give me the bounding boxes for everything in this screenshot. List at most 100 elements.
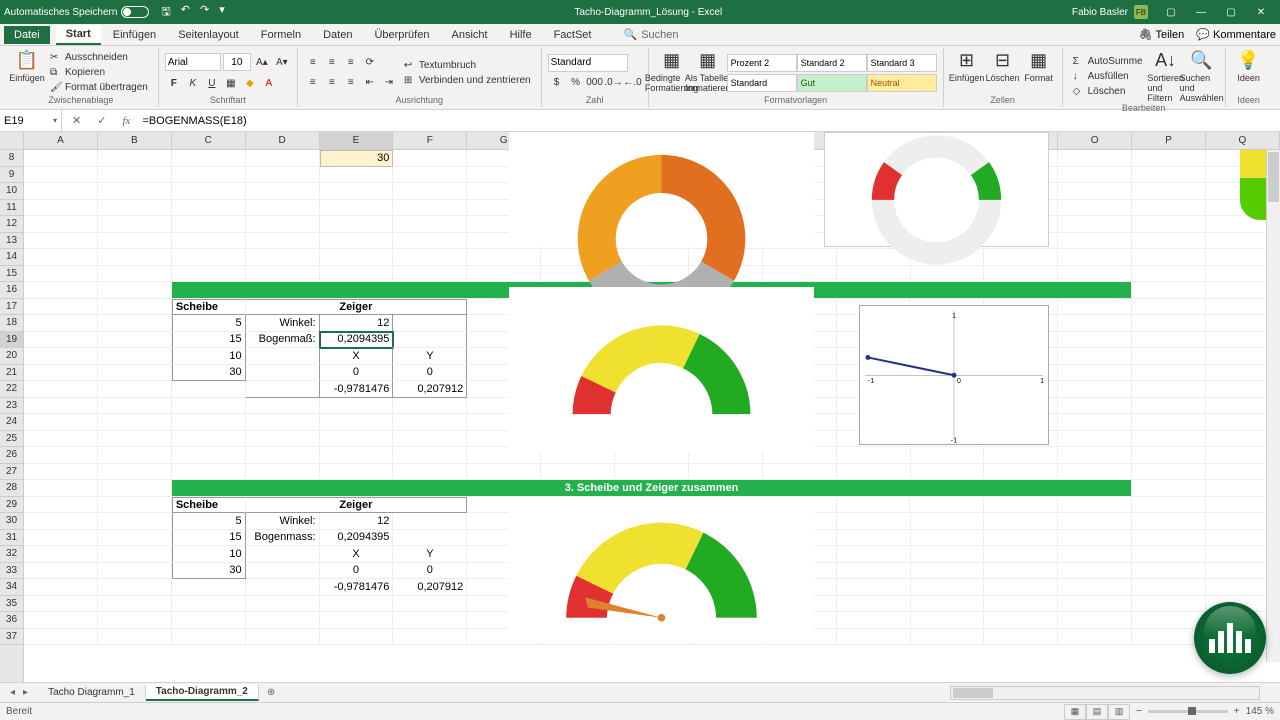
cell-G27[interactable]: [467, 464, 541, 481]
save-icon[interactable]: 🖫: [161, 3, 170, 22]
row-header-9[interactable]: 9: [0, 167, 23, 184]
cell-F10[interactable]: [393, 183, 467, 200]
cell-B25[interactable]: [98, 431, 172, 448]
column-header-D[interactable]: D: [246, 132, 320, 149]
vertical-scrollbar[interactable]: [1266, 150, 1280, 662]
cell-B21[interactable]: [98, 365, 172, 382]
cell-E13[interactable]: [320, 233, 394, 250]
enter-formula-icon[interactable]: ✓: [93, 114, 110, 127]
cell-A30[interactable]: [24, 513, 98, 530]
tab-help[interactable]: Hilfe: [500, 26, 542, 44]
cell-C10[interactable]: [172, 183, 246, 200]
cell-E23[interactable]: [320, 398, 394, 415]
cell-O24[interactable]: [1058, 414, 1132, 431]
cell-H27[interactable]: [541, 464, 615, 481]
cell-E37[interactable]: [320, 629, 394, 646]
cell-F36[interactable]: [393, 612, 467, 629]
cell-E22[interactable]: -0,9781476: [320, 381, 394, 398]
bold-button[interactable]: F: [165, 74, 183, 92]
cell-C12[interactable]: [172, 216, 246, 233]
format-cells-button[interactable]: ▦Format: [1022, 50, 1056, 95]
row-header-30[interactable]: 30: [0, 513, 23, 530]
cell-N32[interactable]: [984, 546, 1058, 563]
cell-O29[interactable]: [1058, 497, 1132, 514]
cell-A35[interactable]: [24, 596, 98, 613]
cell-P31[interactable]: [1132, 530, 1206, 547]
cell-M34[interactable]: [911, 579, 985, 596]
tab-factset[interactable]: FactSet: [544, 26, 602, 44]
cell-L33[interactable]: [837, 563, 911, 580]
cell-M36[interactable]: [911, 612, 985, 629]
cell-A27[interactable]: [24, 464, 98, 481]
style-neutral[interactable]: Neutral: [867, 74, 937, 92]
cell-F22[interactable]: 0,207912: [393, 381, 467, 398]
font-size-select[interactable]: 10: [223, 53, 251, 71]
cell-I27[interactable]: [615, 464, 689, 481]
column-header-F[interactable]: F: [393, 132, 467, 149]
cell-F27[interactable]: [393, 464, 467, 481]
cell-D37[interactable]: [246, 629, 320, 646]
cell-C13[interactable]: [172, 233, 246, 250]
paste-button[interactable]: 📋Einfügen: [10, 50, 44, 95]
zoom-slider[interactable]: [1148, 710, 1228, 713]
cell-P33[interactable]: [1132, 563, 1206, 580]
cell-C14[interactable]: [172, 249, 246, 266]
cell-O35[interactable]: [1058, 596, 1132, 613]
cell-D10[interactable]: [246, 183, 320, 200]
sort-filter-button[interactable]: A↓Sortieren und Filtern: [1149, 50, 1183, 103]
tab-view[interactable]: Ansicht: [441, 26, 497, 44]
align-bottom-icon[interactable]: ≡: [342, 54, 360, 72]
comma-icon[interactable]: 000: [586, 74, 604, 92]
cell-E10[interactable]: [320, 183, 394, 200]
cell-M32[interactable]: [911, 546, 985, 563]
cell-E30[interactable]: 12: [320, 513, 394, 530]
cell-M31[interactable]: [911, 530, 985, 547]
cell-F13[interactable]: [393, 233, 467, 250]
cell-D32[interactable]: [246, 546, 320, 563]
cell-O20[interactable]: [1058, 348, 1132, 365]
user-account[interactable]: Fabio Basler FB: [1072, 5, 1148, 19]
cell-B37[interactable]: [98, 629, 172, 646]
cell-O18[interactable]: [1058, 315, 1132, 332]
cell-A10[interactable]: [24, 183, 98, 200]
number-format-select[interactable]: Standard: [548, 54, 628, 72]
cell-M33[interactable]: [911, 563, 985, 580]
cell-A22[interactable]: [24, 381, 98, 398]
currency-icon[interactable]: $: [548, 74, 566, 92]
cell-E18[interactable]: 12: [320, 315, 394, 332]
cell-E31[interactable]: 0,2094395: [320, 530, 394, 547]
tab-insert[interactable]: Einfügen: [103, 26, 166, 44]
row-header-22[interactable]: 22: [0, 381, 23, 398]
cell-D22[interactable]: [246, 381, 320, 398]
cell-A24[interactable]: [24, 414, 98, 431]
chart-donut-2[interactable]: [824, 132, 1049, 247]
cell-P26[interactable]: [1132, 447, 1206, 464]
cell-L27[interactable]: [837, 464, 911, 481]
grid[interactable]: ABCDEFGHIJKLMNOPQ 302. Scheibe und Zeige…: [24, 132, 1280, 682]
decrease-font-icon[interactable]: A▾: [273, 53, 291, 71]
cell-O11[interactable]: [1058, 200, 1132, 217]
cell-P34[interactable]: [1132, 579, 1206, 596]
cond-format-button[interactable]: ▦Bedingte Formatierung: [655, 50, 689, 95]
zoom-out-button[interactable]: −: [1136, 706, 1142, 717]
font-name-select[interactable]: Arial: [165, 53, 221, 71]
cell-D19[interactable]: Bogenmaß:: [246, 332, 320, 349]
chart-donut-1[interactable]: [509, 132, 814, 247]
orientation-icon[interactable]: ⟳: [361, 54, 379, 72]
row-header-36[interactable]: 36: [0, 612, 23, 629]
cell-B8[interactable]: [98, 150, 172, 167]
cell-A14[interactable]: [24, 249, 98, 266]
redo-icon[interactable]: ↷: [200, 3, 209, 22]
cell-A28[interactable]: [24, 480, 98, 497]
cell-C27[interactable]: [172, 464, 246, 481]
cell-E27[interactable]: [320, 464, 394, 481]
cell-O31[interactable]: [1058, 530, 1132, 547]
cell-N30[interactable]: [984, 513, 1058, 530]
cell-P16[interactable]: [1132, 282, 1206, 299]
tab-review[interactable]: Überprüfen: [364, 26, 439, 44]
cell-C15[interactable]: [172, 266, 246, 283]
column-header-C[interactable]: C: [172, 132, 246, 149]
name-box[interactable]: E19▾: [0, 110, 62, 131]
cell-N35[interactable]: [984, 596, 1058, 613]
cell-F14[interactable]: [393, 249, 467, 266]
